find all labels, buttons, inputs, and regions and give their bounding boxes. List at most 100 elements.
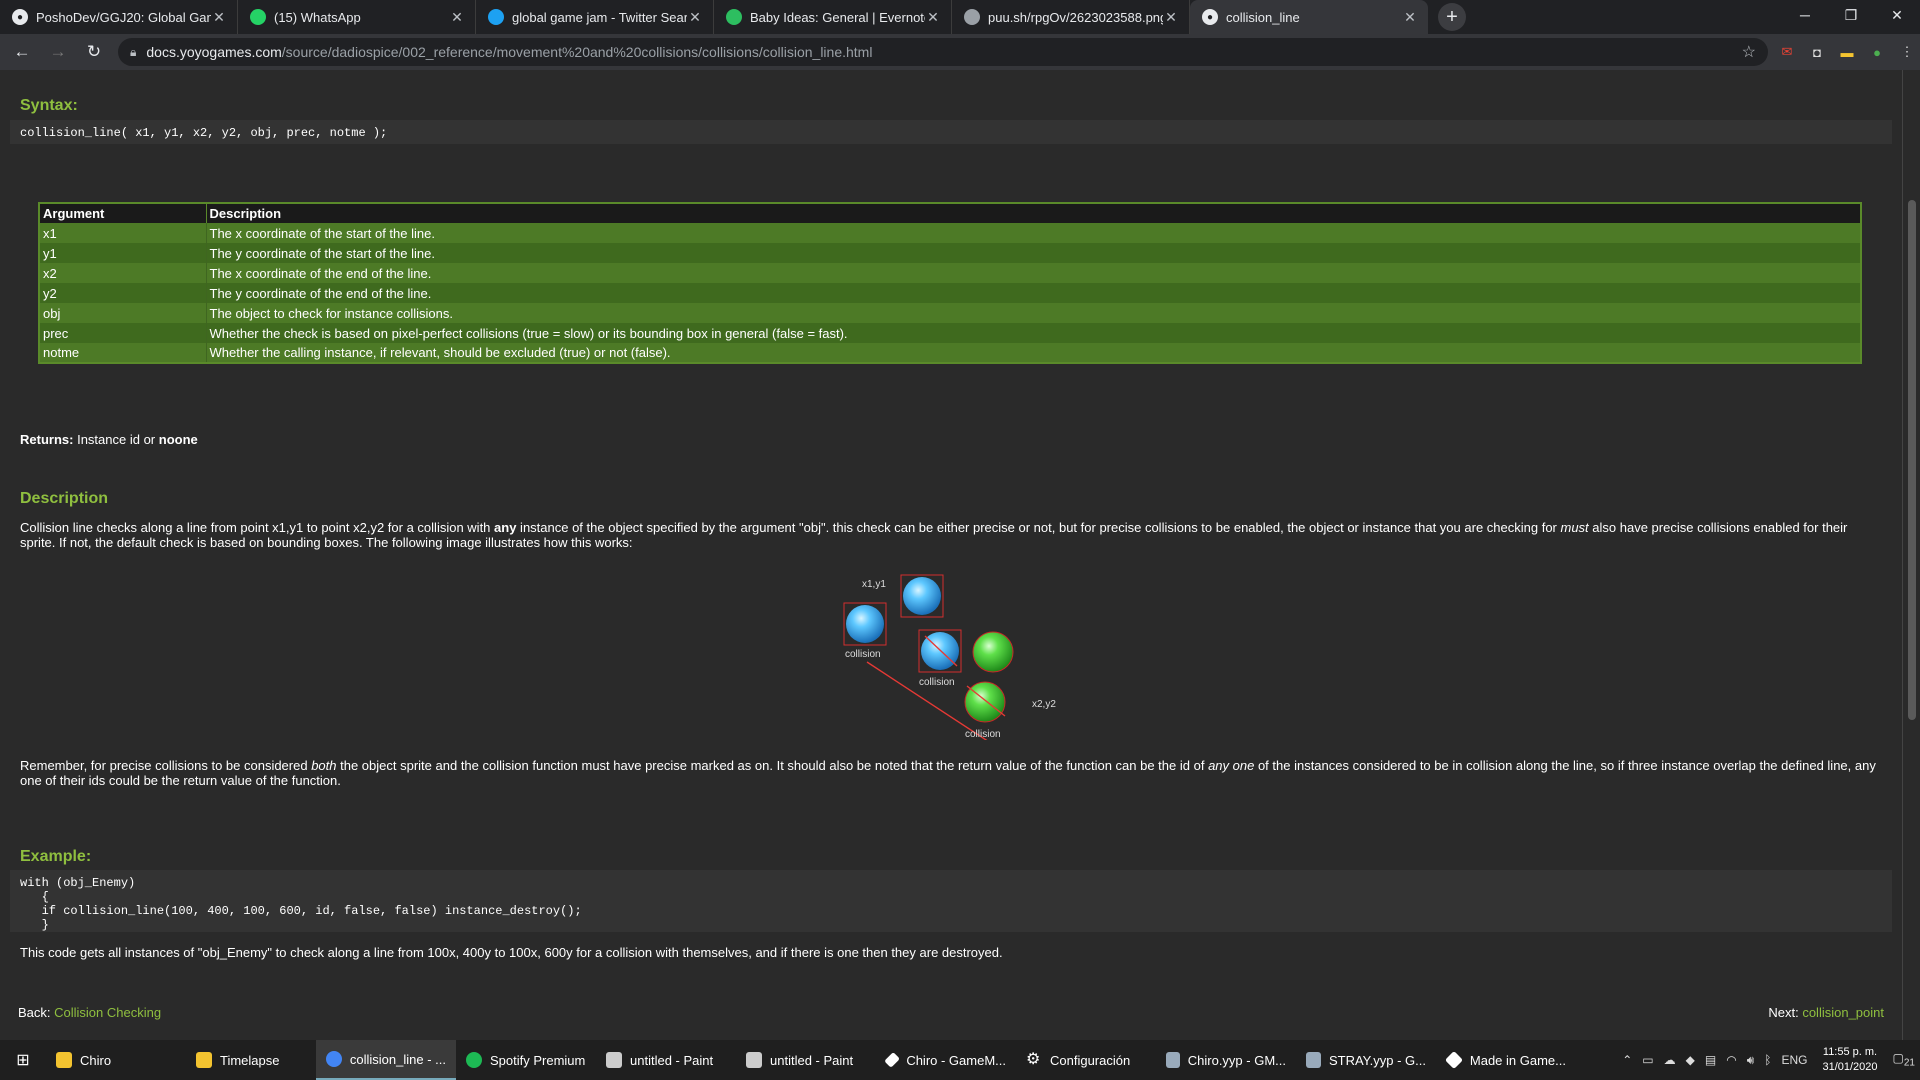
battery-icon[interactable]: ▭ xyxy=(1642,1053,1653,1067)
pocket-extension-icon[interactable]: ◘ xyxy=(1806,41,1828,63)
ball-left-blue-collision xyxy=(843,602,887,646)
tab-title: PoshoDev/GGJ20: Global Game J xyxy=(36,9,211,25)
back-nav: Back: Collision Checking xyxy=(18,1005,1880,1020)
back-link[interactable]: Collision Checking xyxy=(54,1005,161,1020)
ball-green xyxy=(972,631,1014,673)
argument-name: x2 xyxy=(39,263,207,283)
page-scrollbar[interactable] xyxy=(1902,70,1920,1040)
taskbar-item-chiro-yyp[interactable]: Chiro.yyp - GM... xyxy=(1156,1040,1296,1080)
argument-name: notme xyxy=(39,343,207,363)
gamemaker-studio-icon xyxy=(1166,1052,1180,1068)
window-controls: ─ ❐ ✕ xyxy=(1782,0,1920,30)
argument-desc: The x coordinate of the start of the lin… xyxy=(206,223,1862,243)
clock-date: 31/01/2020 xyxy=(1822,1061,1878,1073)
scrollbar-thumb[interactable] xyxy=(1908,200,1916,720)
dropbox-icon[interactable]: ◆ xyxy=(1686,1053,1695,1067)
desc-text: the object sprite and the collision func… xyxy=(336,758,1209,773)
gamemaker-icon xyxy=(1444,1050,1463,1070)
taskbar-item-spotify[interactable]: Spotify Premium xyxy=(456,1040,596,1080)
back-label: Back: xyxy=(18,1005,51,1020)
menu-dots-icon[interactable]: ⋮ xyxy=(1896,41,1918,63)
bluetooth-icon[interactable]: ᛒ xyxy=(1764,1053,1771,1067)
table-row: x2 The x coordinate of the end of the lin… xyxy=(39,263,1862,283)
tab-close-icon[interactable]: ✕ xyxy=(211,9,227,26)
volume-icon[interactable]: 🔊︎ xyxy=(1747,1053,1755,1068)
profile-avatar-icon[interactable]: ● xyxy=(1866,41,1888,63)
taskbar-item-timelapse[interactable]: Timelapse xyxy=(186,1040,316,1080)
desc-emph: must xyxy=(1560,520,1589,535)
tab-close-icon[interactable]: ✕ xyxy=(925,9,941,26)
minimize-icon[interactable]: ─ xyxy=(1782,0,1828,30)
description-paragraph-1: Collision line checks along a line from … xyxy=(20,520,1882,550)
lock-icon: 🔒︎ xyxy=(130,44,137,59)
tab-evernote[interactable]: Baby Ideas: General | Evernote W ✕ xyxy=(714,0,952,34)
taskbar-item-gamemaker[interactable]: Chiro - GameM... xyxy=(876,1040,1016,1080)
cloud-icon[interactable]: ☁ xyxy=(1664,1053,1676,1067)
reload-icon[interactable]: ↻ xyxy=(80,38,108,66)
taskbar-item-stray-yyp[interactable]: STRAY.yyp - G... xyxy=(1296,1040,1436,1080)
restore-icon[interactable]: ❐ xyxy=(1828,0,1874,30)
tab-close-icon[interactable]: ✕ xyxy=(1402,9,1418,26)
returns-text: Instance id or xyxy=(77,432,156,447)
next-label: Next: xyxy=(1768,1005,1799,1020)
tab-whatsapp[interactable]: (15) WhatsApp ✕ xyxy=(238,0,476,34)
clock[interactable]: 11:55 p. m. 31/01/2020 xyxy=(1822,1045,1877,1075)
example-code: with (obj_Enemy) { if collision_line(100… xyxy=(10,870,1892,932)
table-header-description: Description xyxy=(206,203,1862,223)
code-line: with (obj_Enemy) xyxy=(20,876,136,890)
label-collision-1: collision xyxy=(845,649,881,660)
label-start: x1,y1 xyxy=(862,579,886,590)
collision-line-diagram: x1,y1 collision collision collision x2,y… xyxy=(843,574,1056,740)
argument-desc: Whether the check is based on pixel-perf… xyxy=(206,323,1862,343)
language-indicator[interactable]: ENG xyxy=(1781,1053,1807,1067)
globe-icon xyxy=(964,9,980,25)
taskbar-item-paint-1[interactable]: untitled - Paint xyxy=(596,1040,736,1080)
taskbar-label: Chiro.yyp - GM... xyxy=(1187,1052,1286,1068)
chevron-up-icon[interactable]: ⌃ xyxy=(1622,1053,1632,1067)
chrome-icon xyxy=(326,1051,342,1067)
whatsapp-icon xyxy=(250,9,266,25)
windows-start-icon[interactable]: ⊞ xyxy=(0,1040,46,1080)
spotify-icon xyxy=(466,1052,482,1068)
tab-title: collision_line xyxy=(1226,9,1300,25)
notification-center-icon[interactable]: ▢21 xyxy=(1893,1051,1915,1068)
next-link[interactable]: collision_point xyxy=(1802,1005,1884,1020)
tab-github[interactable]: ● PoshoDev/GGJ20: Global Game J ✕ xyxy=(0,0,238,34)
gmail-extension-icon[interactable]: ✉ xyxy=(1776,41,1798,63)
tab-twitter[interactable]: global game jam - Twitter Search ✕ xyxy=(476,0,714,34)
syntax-heading: Syntax: xyxy=(20,97,78,114)
taskbar-item-made-in-gm[interactable]: Made in Game... xyxy=(1436,1040,1576,1080)
tab-close-icon[interactable]: ✕ xyxy=(1163,9,1179,26)
paint-icon xyxy=(746,1052,762,1068)
bookmark-star-icon[interactable]: ☆ xyxy=(1742,42,1756,62)
code-line: } xyxy=(20,918,49,932)
tab-puush[interactable]: puu.sh/rpgOv/2623023588.png ✕ xyxy=(952,0,1190,34)
tab-close-icon[interactable]: ✕ xyxy=(687,9,703,26)
taskbar-item-chrome[interactable]: collision_line - ... xyxy=(316,1040,456,1080)
extension-icon[interactable]: ▬ xyxy=(1836,41,1858,63)
tab-strip: ● PoshoDev/GGJ20: Global Game J ✕ (15) W… xyxy=(0,0,1920,34)
explorer-icon[interactable]: ▤ xyxy=(1705,1053,1716,1067)
taskbar-item-paint-2[interactable]: untitled - Paint xyxy=(736,1040,876,1080)
tab-collision-line[interactable]: ● collision_line ✕ xyxy=(1190,0,1428,34)
gamemaker-studio-icon xyxy=(1306,1052,1321,1068)
taskbar-item-chiro[interactable]: Chiro xyxy=(46,1040,186,1080)
description-heading: Description xyxy=(20,490,109,507)
globe-icon: ● xyxy=(1202,9,1218,25)
tab-title: global game jam - Twitter Search xyxy=(512,9,687,25)
close-window-icon[interactable]: ✕ xyxy=(1874,0,1920,30)
argument-desc: The x coordinate of the end of the line. xyxy=(206,263,1862,283)
wifi-icon[interactable]: ◠ xyxy=(1726,1053,1736,1067)
evernote-icon xyxy=(726,9,742,25)
forward-arrow-icon[interactable]: → xyxy=(44,38,72,66)
taskbar-item-settings[interactable]: ⚙ Configuración xyxy=(1016,1040,1156,1080)
arguments-table: Argument Description x1 The x coordinate … xyxy=(38,202,1862,364)
taskbar-label: Timelapse xyxy=(220,1052,280,1068)
example-note: This code gets all instances of "obj_Ene… xyxy=(20,945,1003,960)
notification-count: 21 xyxy=(1903,1057,1915,1069)
tab-close-icon[interactable]: ✕ xyxy=(449,9,465,26)
argument-name: obj xyxy=(39,303,207,323)
new-tab-button[interactable]: + xyxy=(1438,3,1466,31)
back-arrow-icon[interactable]: ← xyxy=(8,38,36,66)
address-bar[interactable]: 🔒︎ docs.yoyogames.com /source/dadiospice… xyxy=(118,38,1768,66)
